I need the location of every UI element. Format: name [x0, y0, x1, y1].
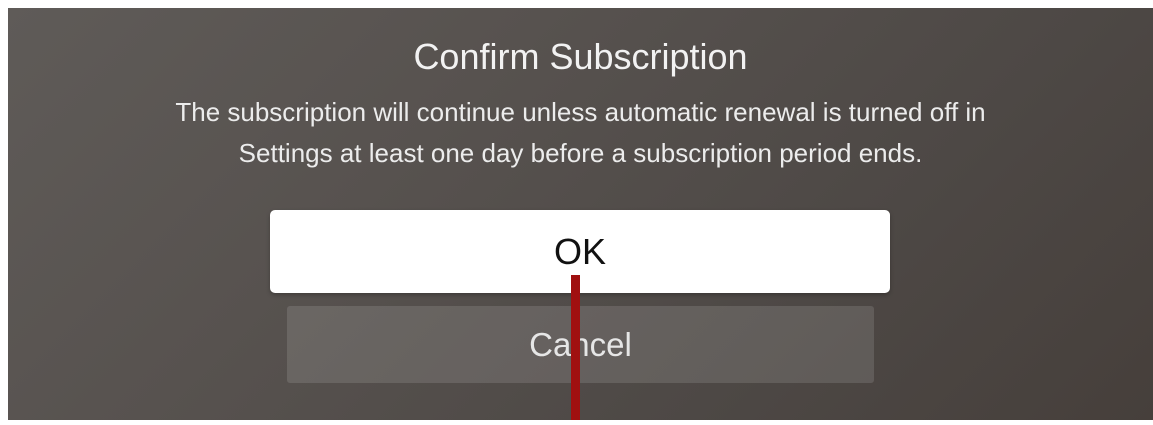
ok-button[interactable]: OK — [270, 210, 890, 293]
annotation-pointer-line — [571, 275, 580, 420]
dialog-message: The subscription will continue unless au… — [175, 97, 986, 168]
screenshot-frame: Confirm Subscription The subscription wi… — [0, 0, 1153, 425]
dialog-title: Confirm Subscription — [413, 36, 748, 77]
tv-screen: Confirm Subscription The subscription wi… — [8, 8, 1153, 420]
cancel-button[interactable]: Cancel — [287, 306, 874, 383]
